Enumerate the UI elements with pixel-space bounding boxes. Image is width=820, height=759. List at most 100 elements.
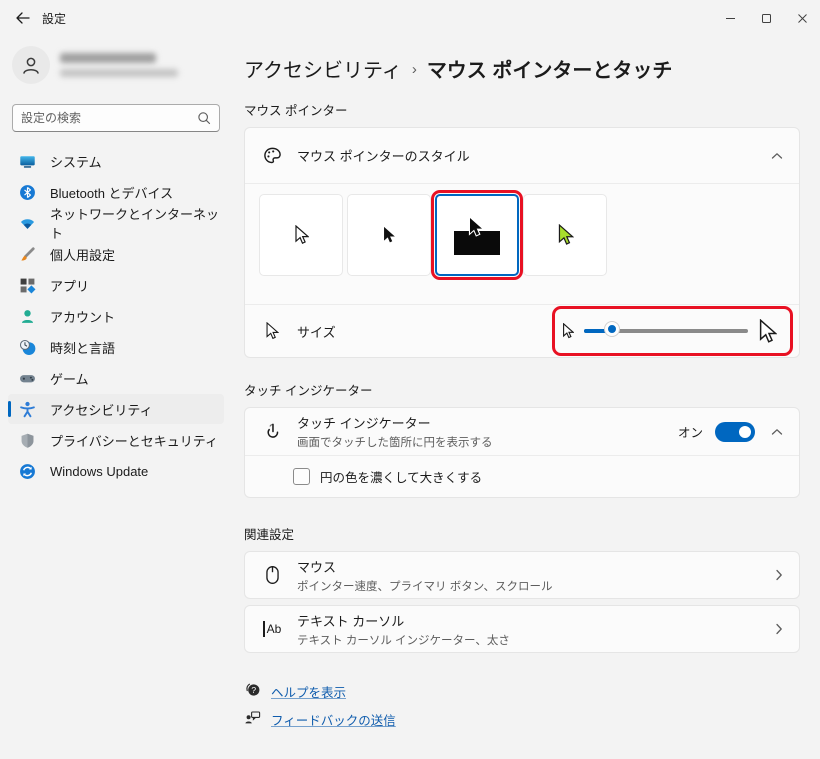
user-email-redacted	[60, 69, 178, 77]
touch-indicator-toggle[interactable]	[715, 422, 755, 442]
slider-thumb[interactable]	[605, 322, 619, 336]
time-language-icon	[18, 338, 36, 356]
checkbox-label: 円の色を濃くして大きくする	[320, 467, 482, 486]
touch-toggle-group: オン	[678, 422, 783, 442]
sidebar-item-gaming[interactable]: ゲーム	[8, 363, 224, 393]
main-content: アクセシビリティ › マウス ポインターとタッチ マウス ポインター マウス ポ…	[232, 36, 820, 759]
user-name-redacted	[60, 53, 156, 63]
inverted-pointer-icon	[454, 213, 500, 257]
search-input[interactable]	[21, 111, 197, 125]
chevron-up-icon[interactable]	[771, 428, 783, 436]
sidebar-item-time-language[interactable]: 時刻と言語	[8, 332, 224, 362]
avatar	[12, 46, 50, 84]
green-pointer-icon	[557, 224, 574, 246]
related-text-cursor-subtitle: テキスト カーソル インジケーター、太さ	[297, 632, 510, 648]
sidebar-item-accounts[interactable]: アカウント	[8, 301, 224, 331]
sidebar-item-label: 時刻と言語	[50, 338, 115, 357]
bluetooth-icon	[18, 183, 36, 201]
touch-indicator-title: タッチ インジケーター	[297, 413, 493, 432]
pointer-style-option-black[interactable]	[347, 194, 431, 276]
toggle-state-label: オン	[678, 422, 703, 441]
white-pointer-icon	[294, 225, 309, 245]
text-cursor-icon: Ab	[261, 618, 283, 640]
touch-indicator-header[interactable]: タッチ インジケーター 画面でタッチした箇所に円を表示する オン	[245, 408, 799, 455]
touch-indicator-card: タッチ インジケーター 画面でタッチした箇所に円を表示する オン 円の色を濃くし…	[244, 407, 800, 498]
sidebar-item-windows-update[interactable]: Windows Update	[8, 456, 224, 486]
help-links: ? ヘルプを表示 フィードバックの送信	[244, 681, 800, 729]
palette-icon	[261, 145, 283, 167]
search-icon	[197, 111, 211, 125]
pointer-size-label: サイズ	[297, 322, 336, 341]
maximize-icon	[761, 13, 772, 24]
section-label-mouse-pointer: マウス ポインター	[244, 100, 800, 119]
help-icon: ?	[244, 681, 261, 701]
sidebar-item-network[interactable]: ネットワークとインターネット	[8, 208, 224, 238]
breadcrumb-parent[interactable]: アクセシビリティ	[244, 54, 402, 83]
chevron-right-icon	[775, 623, 783, 635]
network-icon	[18, 214, 36, 232]
user-identity	[60, 53, 178, 77]
touch-icon	[261, 421, 283, 443]
windows-update-icon	[18, 462, 36, 480]
person-icon	[20, 54, 42, 76]
back-arrow-icon	[15, 12, 30, 24]
sidebar-item-label: アカウント	[50, 307, 115, 326]
system-icon	[18, 152, 36, 170]
related-mouse-title: マウス	[297, 557, 553, 576]
sidebar-item-label: Windows Update	[50, 464, 148, 479]
touch-indicator-subtitle: 画面でタッチした箇所に円を表示する	[297, 434, 493, 450]
sidebar-nav: システム Bluetooth とデバイス ネットワークとインターネット 個人用設…	[8, 146, 224, 487]
sidebar-item-label: ゲーム	[50, 369, 89, 388]
large-cursor-icon	[758, 319, 777, 344]
sidebar-item-apps[interactable]: アプリ	[8, 270, 224, 300]
send-feedback-link[interactable]: フィードバックの送信	[271, 710, 396, 729]
app-title: 設定	[42, 10, 66, 27]
titlebar: 設定	[0, 0, 820, 36]
related-mouse-card[interactable]: マウス ポインター速度、プライマリ ボタン、スクロール	[244, 551, 800, 599]
back-button[interactable]	[6, 3, 38, 33]
show-help-link[interactable]: ヘルプを表示	[271, 682, 346, 701]
close-icon	[797, 13, 808, 24]
sidebar: システム Bluetooth とデバイス ネットワークとインターネット 個人用設…	[0, 36, 232, 759]
touch-circle-option-row: 円の色を濃くして大きくする	[245, 456, 799, 497]
pointer-size-row: サイズ	[245, 305, 799, 357]
pointer-style-option-custom-green[interactable]	[523, 194, 607, 276]
pointer-style-header[interactable]: マウス ポインターのスタイル	[245, 128, 799, 183]
chevron-right-icon	[775, 569, 783, 581]
sidebar-item-accessibility[interactable]: アクセシビリティ	[8, 394, 224, 424]
minimize-icon	[725, 13, 736, 24]
toggle-knob	[739, 426, 751, 438]
pointer-style-option-white[interactable]	[259, 194, 343, 276]
sidebar-item-privacy[interactable]: プライバシーとセキュリティ	[8, 425, 224, 455]
sidebar-item-personalization[interactable]: 個人用設定	[8, 239, 224, 269]
darker-circle-checkbox[interactable]	[293, 468, 310, 485]
accessibility-icon	[18, 400, 36, 418]
related-mouse-subtitle: ポインター速度、プライマリ ボタン、スクロール	[297, 578, 553, 594]
feedback-icon	[244, 709, 261, 729]
accounts-icon	[18, 307, 36, 325]
pointer-style-title: マウス ポインターのスタイル	[297, 146, 470, 165]
user-profile[interactable]	[8, 40, 224, 94]
mouse-pointer-style-card: マウス ポインターのスタイル	[244, 127, 800, 358]
privacy-icon	[18, 431, 36, 449]
cursor-icon	[261, 320, 283, 342]
settings-search[interactable]	[12, 104, 220, 132]
related-text-cursor-title: テキスト カーソル	[297, 611, 510, 630]
small-cursor-icon	[562, 323, 574, 339]
pointer-size-slider[interactable]	[584, 329, 748, 333]
sidebar-item-system[interactable]: システム	[8, 146, 224, 176]
maximize-button[interactable]	[748, 0, 784, 36]
sidebar-item-bluetooth[interactable]: Bluetooth とデバイス	[8, 177, 224, 207]
sidebar-item-label: ネットワークとインターネット	[50, 204, 224, 242]
breadcrumb: アクセシビリティ › マウス ポインターとタッチ	[244, 52, 800, 84]
sidebar-item-label: アクセシビリティ	[50, 400, 153, 419]
close-button[interactable]	[784, 0, 820, 36]
pointer-style-option-inverted[interactable]	[435, 194, 519, 276]
sidebar-item-label: Bluetooth とデバイス	[50, 183, 173, 202]
black-pointer-icon	[382, 226, 396, 244]
minimize-button[interactable]	[712, 0, 748, 36]
sidebar-item-label: 個人用設定	[50, 245, 115, 264]
related-text-cursor-card[interactable]: Ab テキスト カーソル テキスト カーソル インジケーター、太さ	[244, 605, 800, 653]
section-label-touch: タッチ インジケーター	[244, 380, 800, 399]
chevron-up-icon[interactable]	[771, 152, 783, 160]
